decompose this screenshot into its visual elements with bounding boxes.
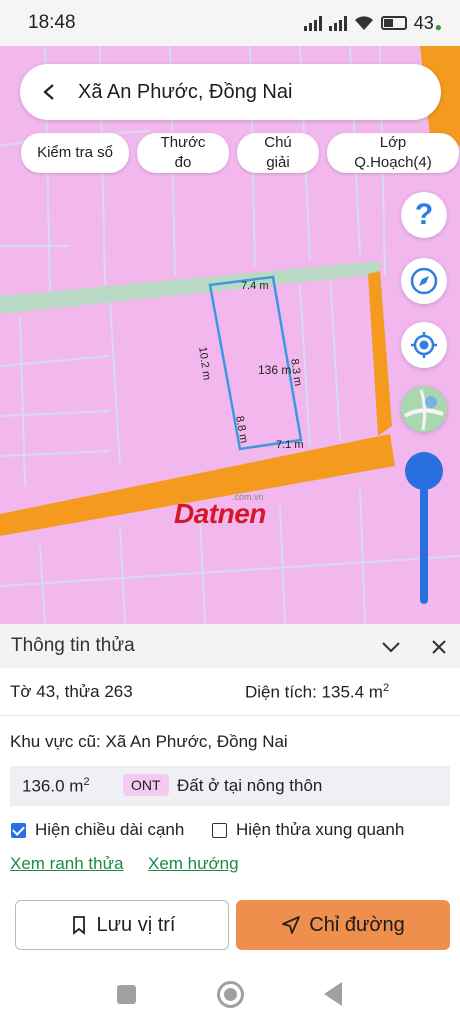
battery-saver-icon: ● bbox=[434, 20, 442, 34]
land-code-badge: ONT bbox=[123, 774, 169, 796]
wifi-icon bbox=[354, 16, 373, 30]
sheet-header: Thông tin thửa bbox=[0, 624, 460, 668]
signal-icon-2 bbox=[328, 15, 347, 31]
view-boundary-link[interactable]: Xem ranh thửa bbox=[10, 854, 123, 874]
help-icon: ? bbox=[414, 198, 434, 231]
chevron-down-icon[interactable] bbox=[380, 636, 402, 658]
status-time: 18:48 bbox=[28, 12, 76, 33]
watermark-logo: Datnen .com.vn bbox=[174, 492, 266, 529]
legend-chip[interactable]: Chú giải bbox=[237, 133, 319, 173]
battery-icon bbox=[380, 16, 407, 30]
zoom-slider-thumb[interactable] bbox=[405, 452, 443, 490]
plot-bottom-edge-label: 7.1 m bbox=[276, 439, 304, 451]
land-use-row: 136.0 m2 ONT Đất ở tại nông thôn bbox=[10, 766, 450, 806]
plot-top-edge-label: 7.4 m bbox=[241, 280, 269, 292]
parcel-info-sheet: Thông tin thửa Tờ 43, thửa 263 Diện tích… bbox=[0, 624, 460, 1024]
land-description: Đất ở tại nông thôn bbox=[177, 776, 323, 795]
old-region-text: Khu vực cũ: Xã An Phước, Đồng Nai bbox=[10, 732, 288, 751]
planning-layer-chip[interactable]: Lớp Q.Hoạch(4) bbox=[327, 133, 459, 173]
sheet-title: Thông tin thửa bbox=[11, 635, 135, 656]
map-toolbar: Kiểm tra sổ Thước đo Chú giải Lớp Q.Hoạc… bbox=[21, 133, 459, 173]
parcel-area: Diện tích: 135.4 m2 bbox=[245, 682, 390, 702]
save-location-button[interactable]: Lưu vị trí bbox=[15, 900, 229, 950]
home-icon[interactable] bbox=[217, 981, 244, 1008]
compass-button[interactable] bbox=[401, 258, 447, 304]
battery-level: 43 bbox=[413, 12, 434, 33]
navigate-icon bbox=[282, 916, 301, 934]
system-nav-bar bbox=[0, 968, 460, 1024]
back-icon[interactable] bbox=[324, 982, 342, 1006]
signal-icon bbox=[303, 15, 322, 31]
location-title: Xã An Phước, Đồng Nai bbox=[78, 80, 293, 103]
checkbox-unchecked-icon[interactable] bbox=[212, 822, 227, 838]
status-icons: 43 ● bbox=[303, 12, 442, 34]
search-bar[interactable]: Xã An Phước, Đồng Nai bbox=[20, 64, 441, 120]
parcel-summary-row: Tờ 43, thửa 263 Diện tích: 135.4 m2 bbox=[0, 668, 460, 716]
check-title-chip[interactable]: Kiểm tra sổ bbox=[21, 133, 129, 173]
checkbox-checked-icon[interactable] bbox=[11, 822, 26, 838]
plot-area-label: 136 m bbox=[258, 363, 292, 377]
show-edge-lengths-checkbox[interactable]: Hiện chiều dài cạnh bbox=[11, 820, 184, 840]
status-bar: 18:48 43 ● bbox=[0, 0, 460, 46]
location-target-icon bbox=[411, 332, 437, 358]
view-direction-link[interactable]: Xem hướng bbox=[148, 854, 239, 874]
land-area: 136.0 m2 bbox=[22, 776, 90, 796]
map-layer-button[interactable] bbox=[401, 386, 447, 432]
compass-icon bbox=[410, 267, 438, 295]
close-icon[interactable] bbox=[428, 636, 450, 658]
directions-button[interactable]: Chỉ đường bbox=[236, 900, 450, 950]
map-layer-icon bbox=[401, 386, 447, 432]
back-arrow-icon[interactable] bbox=[38, 80, 62, 104]
bookmark-icon bbox=[72, 916, 85, 935]
ruler-chip[interactable]: Thước đo bbox=[137, 133, 229, 173]
parcel-id: Tờ 43, thửa 263 bbox=[10, 682, 133, 701]
zoom-slider-track[interactable] bbox=[420, 472, 428, 604]
recent-apps-icon[interactable] bbox=[117, 985, 136, 1004]
show-neighbors-checkbox[interactable]: Hiện thửa xung quanh bbox=[212, 820, 404, 840]
help-button[interactable]: ? bbox=[401, 192, 447, 238]
my-location-button[interactable] bbox=[401, 322, 447, 368]
